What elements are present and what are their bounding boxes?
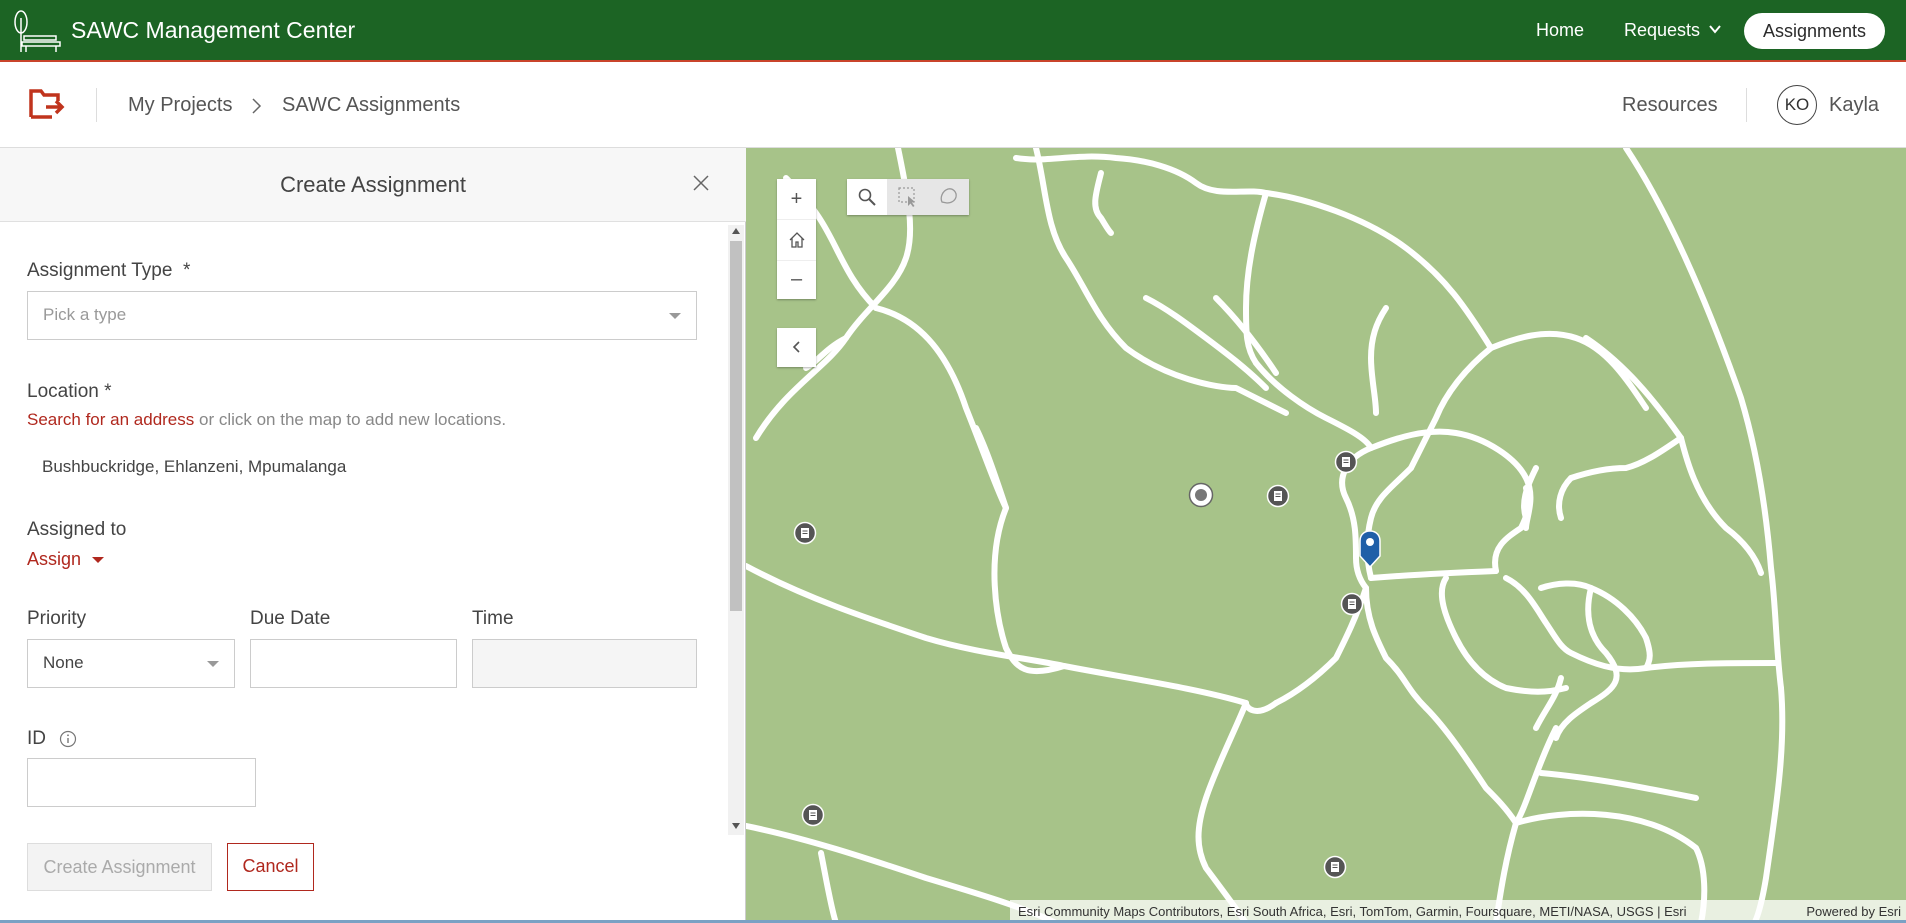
home-icon: [789, 232, 804, 248]
nav-home[interactable]: Home: [1536, 20, 1584, 41]
assignment-type-select[interactable]: Pick a type: [27, 291, 697, 340]
app-logo-icon: [14, 10, 61, 52]
time-label: Time: [472, 608, 514, 629]
poi-marker-icon[interactable]: [1340, 592, 1364, 616]
caret-down-icon: [669, 313, 681, 319]
search-tool-button[interactable]: [847, 179, 887, 215]
lasso-select-icon: [940, 188, 957, 204]
zoom-out-button[interactable]: –: [777, 259, 816, 299]
create-assignment-panel: Create Assignment Assignment Type * Pick…: [0, 148, 746, 923]
location-value[interactable]: Bushbuckridge, Ehlanzeni, Mpumalanga: [42, 457, 346, 477]
priority-label: Priority: [27, 608, 87, 629]
user-name[interactable]: Kayla: [1829, 94, 1879, 117]
scroll-up-icon[interactable]: [732, 228, 740, 234]
collapse-panel-button[interactable]: [777, 328, 816, 367]
priority-select[interactable]: None: [27, 639, 235, 688]
time-input[interactable]: [472, 639, 697, 688]
resources-link[interactable]: Resources: [1622, 94, 1718, 117]
caret-down-icon: [207, 661, 219, 667]
poi-marker-icon[interactable]: [801, 803, 825, 827]
scroll-thumb[interactable]: [730, 241, 742, 611]
due-date-label: Due Date: [250, 608, 331, 629]
nav-assignments[interactable]: Assignments: [1744, 13, 1885, 49]
location-label: Location *: [27, 381, 112, 402]
chevron-right-icon: [252, 98, 262, 114]
map-view[interactable]: + – Esri Community Maps Contributors, Es…: [746, 148, 1906, 923]
poi-marker-icon[interactable]: [1323, 855, 1347, 879]
search-address-link[interactable]: Search for an address: [27, 410, 194, 429]
location-dot-icon[interactable]: [1188, 482, 1214, 508]
chevron-down-icon[interactable]: [1708, 22, 1722, 36]
avatar[interactable]: KO: [1777, 85, 1817, 125]
poi-marker-icon[interactable]: [793, 521, 817, 545]
search-icon: [858, 188, 876, 206]
due-date-input[interactable]: [250, 639, 457, 688]
road-network: [746, 148, 1786, 923]
panel-title: Create Assignment: [280, 172, 466, 197]
rectangle-select-button[interactable]: [888, 179, 928, 215]
info-icon[interactable]: [59, 730, 77, 748]
divider: [96, 88, 97, 122]
sub-header: My Projects SAWC Assignments Resources K…: [0, 62, 1906, 148]
divider: [1746, 88, 1747, 122]
priority-value: None: [43, 653, 84, 672]
assign-dropdown[interactable]: Assign: [27, 549, 105, 570]
home-button[interactable]: [777, 219, 816, 261]
assigned-to-label: Assigned to: [27, 519, 127, 540]
id-label: ID: [27, 728, 46, 749]
top-app-bar: SAWC Management Center Home Requests Ass…: [0, 0, 1906, 62]
create-assignment-button[interactable]: Create Assignment: [27, 843, 212, 891]
breadcrumb-my-projects[interactable]: My Projects: [128, 94, 232, 117]
location-hint: Search for an address or click on the ma…: [27, 410, 507, 429]
poi-marker-icon[interactable]: [1266, 484, 1290, 508]
panel-scrollbar[interactable]: [728, 225, 744, 835]
assign-label: Assign: [27, 549, 82, 569]
zoom-in-button[interactable]: +: [777, 179, 816, 219]
scroll-down-icon[interactable]: [732, 823, 740, 829]
panel-header: Create Assignment: [0, 148, 746, 222]
poi-marker-icon[interactable]: [1334, 450, 1358, 474]
assignment-type-placeholder: Pick a type: [43, 305, 127, 324]
zoom-controls: + –: [777, 179, 816, 299]
rectangle-select-icon: [898, 187, 915, 207]
chevron-left-icon: [792, 341, 800, 353]
id-input[interactable]: [27, 758, 256, 807]
close-icon[interactable]: [692, 174, 710, 192]
caret-down-icon: [92, 557, 105, 564]
nav-requests[interactable]: Requests: [1624, 20, 1700, 41]
cancel-button[interactable]: Cancel: [227, 843, 314, 891]
map-toolbar: [847, 179, 969, 215]
breadcrumb-sawc-assignments[interactable]: SAWC Assignments: [282, 94, 460, 117]
assignment-type-label: Assignment Type *: [27, 260, 191, 281]
map-pin-icon[interactable]: [1358, 530, 1382, 568]
app-title: SAWC Management Center: [71, 17, 356, 43]
project-folder-icon[interactable]: [28, 87, 66, 121]
lasso-select-button[interactable]: [929, 179, 969, 215]
